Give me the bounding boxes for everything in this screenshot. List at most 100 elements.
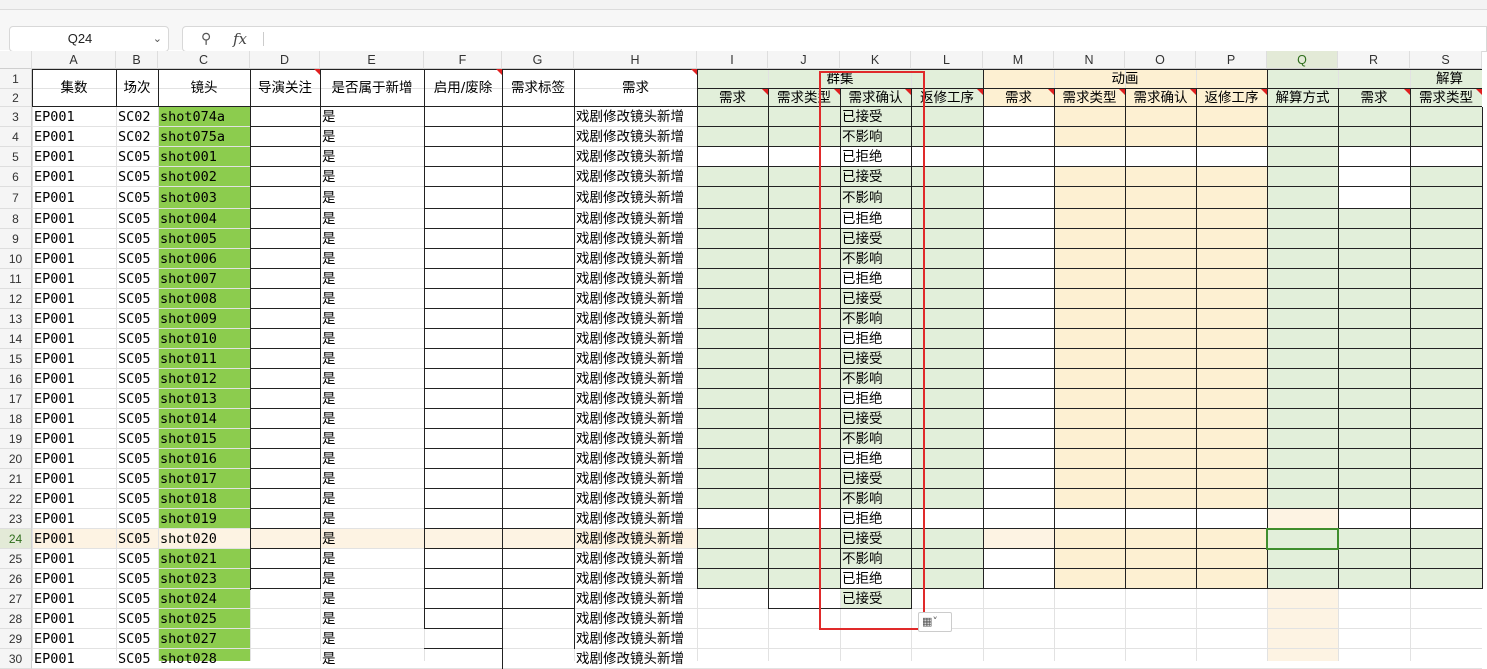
cell-shot[interactable]: shot024 (158, 589, 250, 609)
cell-episode[interactable]: EP001 (32, 589, 116, 609)
column-header-s[interactable]: S (1410, 51, 1482, 69)
row-header-30[interactable]: 30 (0, 649, 32, 669)
cell-is-new[interactable]: 是 (320, 529, 424, 549)
cell-is-new[interactable]: 是 (320, 449, 424, 469)
cell-episode[interactable]: EP001 (32, 469, 116, 489)
cell-is-new[interactable]: 是 (320, 309, 424, 329)
cell-is-new[interactable]: 是 (320, 209, 424, 229)
select-all-corner[interactable] (0, 51, 32, 69)
cell-scene[interactable]: SC05 (116, 629, 158, 649)
cell-episode[interactable]: EP001 (32, 449, 116, 469)
cell-is-new[interactable]: 是 (320, 469, 424, 489)
spreadsheet-grid[interactable]: A B C D E F G H I J K L M N O P Q R S 1 2 3 4 5 6 7 8 9 10 11 12 13 14 15… (0, 0, 1487, 669)
cell-episode[interactable]: EP001 (32, 187, 116, 209)
row-header-12[interactable]: 12 (0, 289, 32, 309)
cell-episode[interactable]: EP001 (32, 167, 116, 187)
row-header-10[interactable]: 10 (0, 249, 32, 269)
cell-is-new[interactable]: 是 (320, 107, 424, 127)
cell-requirement[interactable]: 戏剧修改镜头新增 (574, 167, 697, 187)
column-header-r[interactable]: R (1338, 51, 1410, 69)
cell-scene[interactable]: SC05 (116, 469, 158, 489)
column-header-b[interactable]: B (116, 51, 158, 69)
cell-requirement[interactable]: 戏剧修改镜头新增 (574, 187, 697, 209)
cell-scene[interactable]: SC05 (116, 389, 158, 409)
cell-shot[interactable]: shot020 (158, 529, 250, 549)
cell-scene[interactable]: SC05 (116, 349, 158, 369)
row-header-19[interactable]: 19 (0, 429, 32, 449)
cell-episode[interactable]: EP001 (32, 389, 116, 409)
cell-is-new[interactable]: 是 (320, 569, 424, 589)
row-header-20[interactable]: 20 (0, 449, 32, 469)
cell-is-new[interactable]: 是 (320, 429, 424, 449)
cell-scene[interactable]: SC05 (116, 569, 158, 589)
cell-requirement[interactable]: 戏剧修改镜头新增 (574, 629, 697, 649)
cell-requirement[interactable]: 戏剧修改镜头新增 (574, 569, 697, 589)
cell-requirement[interactable]: 戏剧修改镜头新增 (574, 609, 697, 629)
cell-requirement[interactable]: 戏剧修改镜头新增 (574, 309, 697, 329)
cell-requirement[interactable]: 戏剧修改镜头新增 (574, 469, 697, 489)
cell-episode[interactable]: EP001 (32, 209, 116, 229)
column-header-p[interactable]: P (1196, 51, 1267, 69)
cell-is-new[interactable]: 是 (320, 549, 424, 569)
cell-shot[interactable]: shot002 (158, 167, 250, 187)
cell-episode[interactable]: EP001 (32, 349, 116, 369)
column-header-f[interactable]: F (424, 51, 502, 69)
cell-scene[interactable]: SC05 (116, 609, 158, 629)
cell-shot[interactable]: shot006 (158, 249, 250, 269)
cell-is-new[interactable]: 是 (320, 187, 424, 209)
cell-episode[interactable]: EP001 (32, 489, 116, 509)
row-header-15[interactable]: 15 (0, 349, 32, 369)
cell-episode[interactable]: EP001 (32, 609, 116, 629)
cell-requirement[interactable]: 戏剧修改镜头新增 (574, 589, 697, 609)
column-header-l[interactable]: L (911, 51, 983, 69)
cell-episode[interactable]: EP001 (32, 529, 116, 549)
cell-episode[interactable]: EP001 (32, 409, 116, 429)
cell-is-new[interactable]: 是 (320, 409, 424, 429)
row-header-14[interactable]: 14 (0, 329, 32, 349)
row-header-4[interactable]: 4 (0, 127, 32, 147)
cell-shot[interactable]: shot018 (158, 489, 250, 509)
cell-shot[interactable]: shot019 (158, 509, 250, 529)
cell-shot[interactable]: shot074a (158, 107, 250, 127)
cell-requirement[interactable]: 戏剧修改镜头新增 (574, 147, 697, 167)
cell-is-new[interactable]: 是 (320, 369, 424, 389)
row-header-22[interactable]: 22 (0, 489, 32, 509)
cell-requirement[interactable]: 戏剧修改镜头新增 (574, 329, 697, 349)
row-header-5[interactable]: 5 (0, 147, 32, 167)
cell-episode[interactable]: EP001 (32, 629, 116, 649)
cell-scene[interactable]: SC05 (116, 309, 158, 329)
cell-is-new[interactable]: 是 (320, 147, 424, 167)
row-header-16[interactable]: 16 (0, 369, 32, 389)
cell-shot[interactable]: shot003 (158, 187, 250, 209)
cell-scene[interactable]: SC05 (116, 209, 158, 229)
cell-requirement[interactable]: 戏剧修改镜头新增 (574, 127, 697, 147)
cell-requirement[interactable]: 戏剧修改镜头新增 (574, 449, 697, 469)
cell-scene[interactable]: SC05 (116, 449, 158, 469)
cell-shot[interactable]: shot017 (158, 469, 250, 489)
row-header-13[interactable]: 13 (0, 309, 32, 329)
row-header-8[interactable]: 8 (0, 209, 32, 229)
cell-shot[interactable]: shot021 (158, 549, 250, 569)
column-header-a[interactable]: A (32, 51, 116, 69)
cell-scene[interactable]: SC05 (116, 509, 158, 529)
cell-requirement[interactable]: 戏剧修改镜头新增 (574, 509, 697, 529)
cell-shot[interactable]: shot001 (158, 147, 250, 167)
cell-requirement[interactable]: 戏剧修改镜头新增 (574, 489, 697, 509)
cell-is-new[interactable]: 是 (320, 167, 424, 187)
cell-scene[interactable]: SC05 (116, 649, 158, 669)
cell-shot[interactable]: shot016 (158, 449, 250, 469)
cell-is-new[interactable]: 是 (320, 649, 424, 669)
row-header-27[interactable]: 27 (0, 589, 32, 609)
cell-requirement[interactable]: 戏剧修改镜头新增 (574, 249, 697, 269)
row-header-17[interactable]: 17 (0, 389, 32, 409)
cell-shot[interactable]: shot013 (158, 389, 250, 409)
cell-scene[interactable]: SC05 (116, 229, 158, 249)
row-header-7[interactable]: 7 (0, 187, 32, 209)
row-header-18[interactable]: 18 (0, 409, 32, 429)
cell-scene[interactable]: SC05 (116, 369, 158, 389)
cell-episode[interactable]: EP001 (32, 569, 116, 589)
cell-episode[interactable]: EP001 (32, 289, 116, 309)
cell-is-new[interactable]: 是 (320, 329, 424, 349)
cell-shot[interactable]: shot004 (158, 209, 250, 229)
cell-confirm[interactable] (840, 649, 911, 669)
